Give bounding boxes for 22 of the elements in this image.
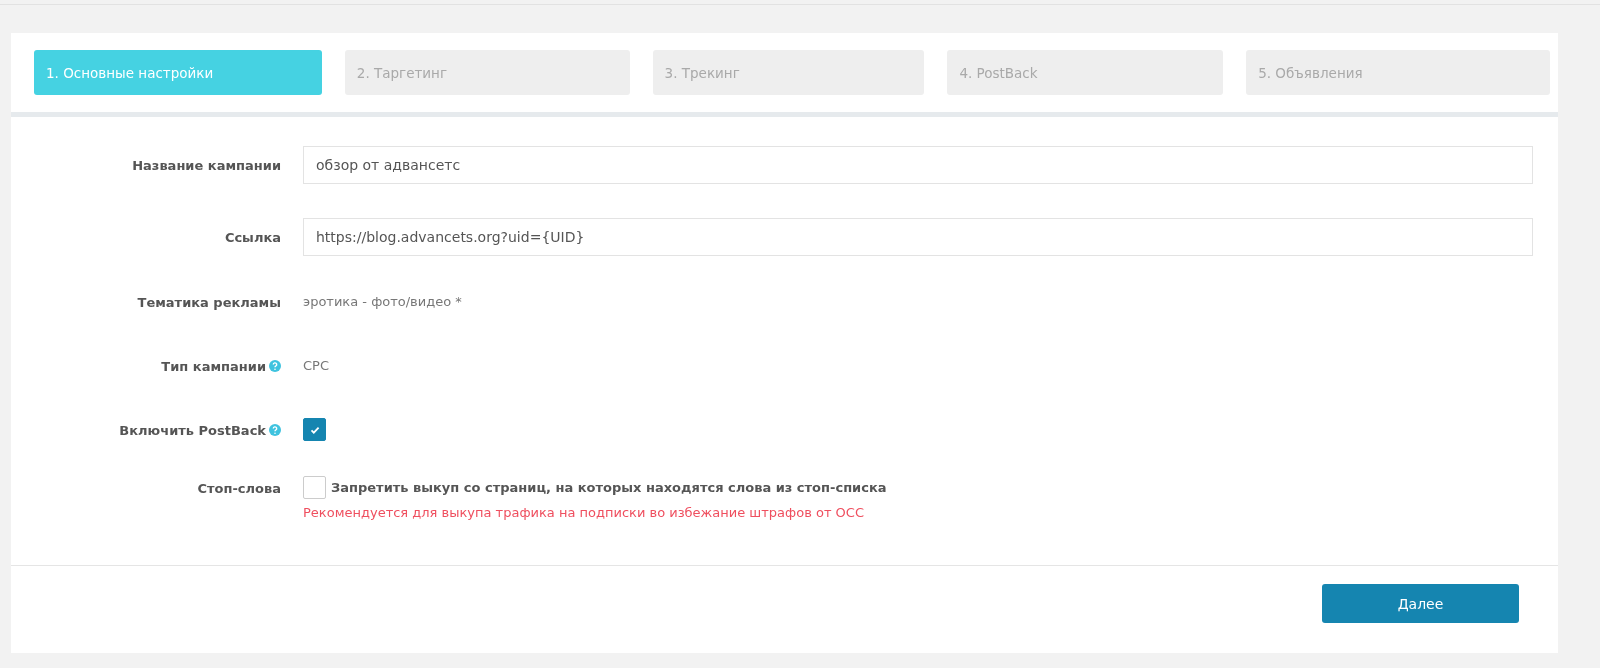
step-tab[interactable]: 2. Таргетинг — [344, 50, 630, 95]
help-icon[interactable] — [269, 360, 281, 372]
help-icon[interactable] — [269, 424, 281, 436]
step-tab[interactable]: 5. Объявления — [1246, 50, 1550, 95]
text-input[interactable]: https://blog.advancets.org?uid={UID} — [303, 218, 1533, 256]
checkbox-label: Запретить выкуп со страниц, на которых находятся слова из стоп-списка — [331, 480, 887, 495]
checkbox[interactable] — [303, 418, 326, 441]
text-input[interactable]: обзор от адвансетс — [303, 146, 1533, 184]
next-button[interactable]: Далее — [1322, 584, 1519, 623]
field-label: Тип кампании — [161, 358, 266, 374]
step-tab[interactable]: 4. PostBack — [947, 50, 1224, 95]
field-label: Тематика рекламы — [137, 294, 281, 310]
field-value: CPC — [303, 358, 329, 373]
step-tab[interactable]: 1. Основные настройки — [34, 50, 322, 95]
field-label: Стоп-слова — [197, 480, 281, 496]
field-value: эротика - фото/видео * — [303, 294, 462, 309]
checkbox[interactable] — [303, 476, 326, 499]
field-label: Включить PostBack — [119, 422, 266, 438]
field-label: Ссылка — [224, 229, 281, 245]
field-label: Название кампании — [132, 157, 281, 173]
step-tab[interactable]: 3. Трекинг — [652, 50, 925, 95]
warning-note: Рекомендуется для выкупа трафика на подписки во избежание штрафов от ОСС — [303, 505, 865, 520]
